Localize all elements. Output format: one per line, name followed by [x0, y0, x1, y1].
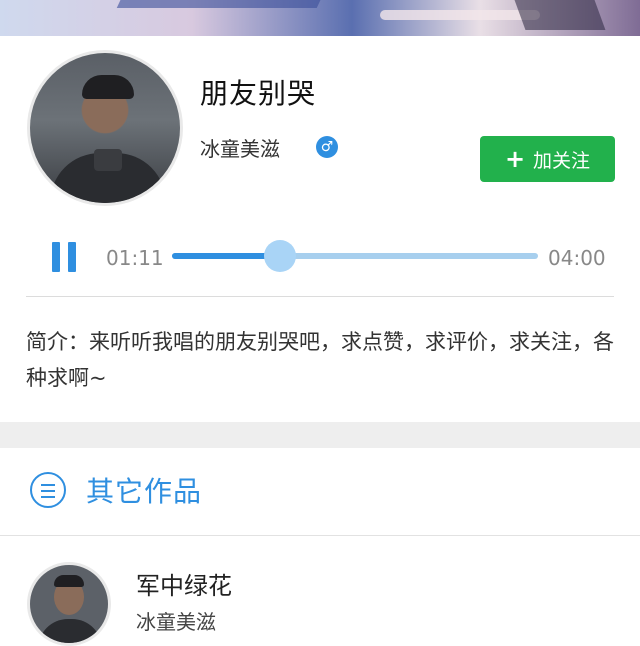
progress-thumb[interactable]: [264, 240, 297, 272]
progress-slider[interactable]: [172, 240, 538, 272]
top-banner-image: [0, 0, 640, 36]
plus-icon: +: [504, 145, 526, 173]
work-artist: 冰童美滋: [136, 610, 216, 634]
work-avatar: [27, 562, 111, 646]
current-time: 01:11: [106, 246, 164, 270]
list-icon: [30, 472, 66, 508]
song-title: 朋友别哭: [200, 77, 317, 110]
follow-button-label: 加关注: [533, 149, 591, 172]
divider: [26, 296, 614, 297]
singer-avatar[interactable]: [27, 50, 183, 206]
work-title: 军中绿花: [136, 572, 232, 600]
song-intro: 简介：来听听我唱的朋友别哭吧，求点赞，求评价，求关注，各种求啊~: [26, 330, 614, 390]
follow-button[interactable]: + 加关注: [480, 136, 615, 182]
pause-icon[interactable]: [52, 242, 76, 272]
artist-name[interactable]: 冰童美滋: [200, 133, 280, 162]
divider: [0, 535, 640, 536]
other-works-heading: 其它作品: [86, 475, 203, 508]
section-separator: [0, 422, 640, 448]
male-icon: ♂: [316, 136, 338, 158]
total-time: 04:00: [548, 246, 606, 270]
